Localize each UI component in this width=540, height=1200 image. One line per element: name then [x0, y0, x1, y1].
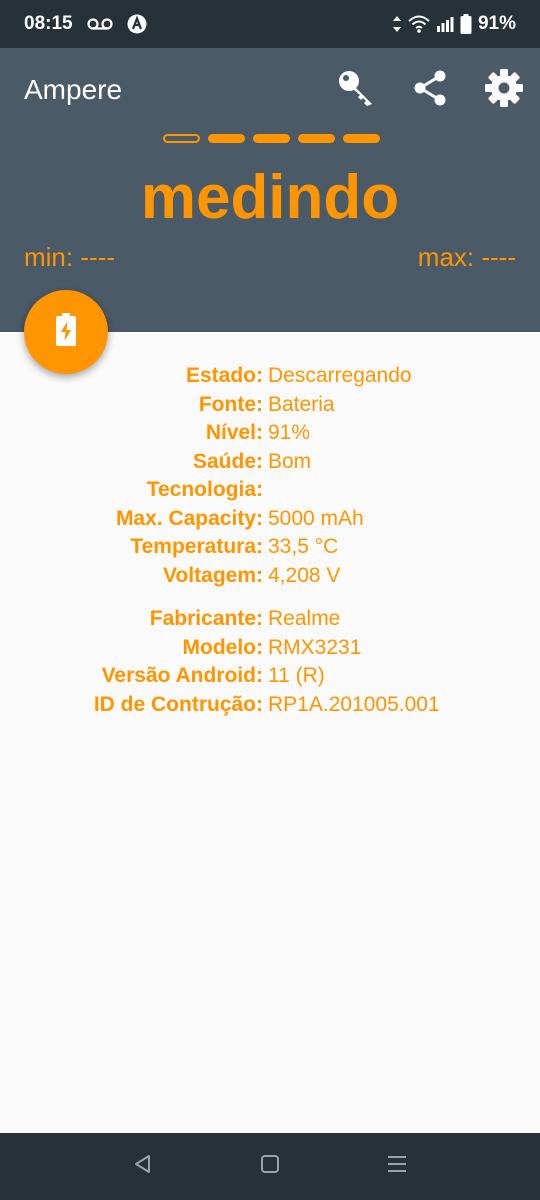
status-time: 08:15 — [24, 13, 73, 34]
info-label: Saúde: — [192, 449, 263, 473]
info-label: Estado: — [185, 364, 263, 388]
device-info-group: Fabricante: Realme Modelo: RMX3231 Versão … — [0, 605, 540, 719]
info-value: Bateria — [268, 392, 335, 416]
home-icon — [259, 1153, 281, 1180]
share-icon — [410, 68, 450, 113]
status-bar: 08:15 91% — [0, 0, 540, 48]
back-icon — [132, 1153, 154, 1180]
measure-progress-dots — [163, 134, 380, 143]
wifi-icon — [408, 15, 430, 33]
info-value: RP1A.201005.001 — [268, 692, 440, 716]
info-label: Nível: — [205, 421, 263, 445]
info-divider-space — [0, 590, 540, 605]
max-value: max: ---- — [417, 242, 516, 272]
status-left: 08:15 — [24, 13, 147, 35]
signal-icon — [436, 16, 454, 32]
status-battery-percent: 91% — [477, 13, 516, 34]
progress-dot-empty — [163, 134, 200, 143]
info-row-nivel: Nível: 91% — [0, 419, 540, 448]
info-row-fabricante: Fabricante: Realme — [0, 605, 540, 634]
toolbar-actions — [334, 68, 526, 112]
min-value: min: ---- — [24, 242, 115, 272]
info-label: Voltagem: — [163, 563, 263, 587]
progress-dot-filled — [298, 134, 335, 143]
info-row-temperatura: Temperatura: 33,5 °C — [0, 533, 540, 562]
info-label: Versão Android: — [101, 664, 263, 688]
share-button[interactable] — [408, 68, 452, 112]
info-value: RMX3231 — [268, 635, 362, 659]
battery-info-panel: Estado: Descarregando Fonte: Bateria Nível… — [0, 362, 540, 719]
header: Ampere medindo min: ---- max: ---- — [0, 48, 540, 332]
app-title: Ampere — [24, 74, 123, 105]
recents-button[interactable] — [372, 1142, 422, 1192]
info-value: Realme — [268, 607, 341, 631]
progress-dot-filled — [208, 134, 245, 143]
info-row-modelo: Modelo: RMX3231 — [0, 634, 540, 663]
progress-dot-filled — [343, 134, 380, 143]
recents-icon — [386, 1153, 408, 1180]
back-button[interactable] — [118, 1142, 168, 1192]
key-icon — [336, 68, 376, 113]
info-label: Fabricante: — [149, 607, 263, 631]
voicemail-icon — [87, 17, 113, 31]
gear-icon — [483, 67, 525, 114]
battery-icon — [460, 14, 472, 34]
min-max-row: min: ---- max: ---- — [24, 242, 516, 273]
info-value: 5000 mAh — [268, 506, 364, 530]
info-row-tecnologia: Tecnologia: — [0, 476, 540, 505]
info-row-saude: Saúde: Bom — [0, 448, 540, 477]
info-label: Tecnologia: — [146, 478, 263, 502]
progress-dot-filled — [253, 134, 290, 143]
a-badge-icon — [127, 14, 147, 34]
info-label: Max. Capacity: — [115, 506, 263, 530]
info-row-versao-android: Versão Android: 11 (R) — [0, 662, 540, 691]
key-button[interactable] — [334, 68, 378, 112]
home-button[interactable] — [245, 1142, 295, 1192]
status-right: 91% — [392, 13, 516, 35]
settings-button[interactable] — [482, 68, 526, 112]
info-row-estado: Estado: Descarregando — [0, 362, 540, 391]
info-row-max-capacity: Max. Capacity: 5000 mAh — [0, 505, 540, 534]
measure-status: medindo — [140, 163, 400, 232]
battery-charging-icon — [55, 312, 77, 352]
info-value: Bom — [268, 449, 312, 473]
info-value: Descarregando — [268, 364, 412, 388]
info-label: Modelo: — [182, 635, 263, 659]
info-label: ID de Contrução: — [93, 692, 263, 716]
data-arrows-icon — [392, 15, 402, 33]
info-label: Temperatura: — [130, 535, 263, 559]
info-row-voltagem: Voltagem: 4,208 V — [0, 562, 540, 591]
info-value: 11 (R) — [268, 664, 325, 688]
info-row-build-id: ID de Contrução: RP1A.201005.001 — [0, 691, 540, 720]
system-nav-bar — [0, 1133, 540, 1200]
info-value: 4,208 V — [268, 563, 341, 587]
battery-info-group: Estado: Descarregando Fonte: Bateria Nível… — [0, 362, 540, 590]
info-label: Fonte: — [198, 392, 263, 416]
info-row-fonte: Fonte: Bateria — [0, 391, 540, 420]
info-value: 91% — [268, 421, 311, 445]
info-value: 33,5 °C — [268, 535, 339, 559]
